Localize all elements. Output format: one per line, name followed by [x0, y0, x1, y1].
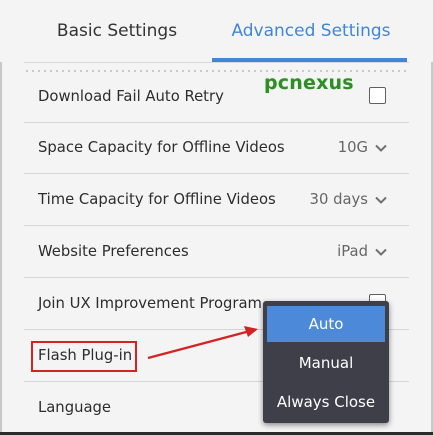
dropdown-option-manual[interactable]: Manual: [267, 345, 385, 381]
setting-label: Join UX Improvement Program: [38, 295, 262, 312]
setting-label: Website Preferences: [38, 243, 189, 260]
watermark-text: pcnexus: [264, 72, 354, 94]
chevron-down-icon[interactable]: [374, 193, 388, 207]
tab-basic-settings[interactable]: Basic Settings: [38, 14, 196, 48]
tabs-divider: [24, 62, 409, 63]
setting-row-time-capacity[interactable]: Time Capacity for Offline Videos 30 days: [0, 174, 433, 226]
space-capacity-value[interactable]: 10G: [338, 122, 368, 174]
tab-advanced-settings[interactable]: Advanced Settings: [226, 14, 396, 48]
chevron-down-icon[interactable]: [374, 141, 388, 155]
flash-plugin-dropdown[interactable]: Auto Manual Always Close: [263, 301, 389, 423]
settings-tabs: Basic Settings Advanced Settings: [0, 0, 433, 62]
setting-label: Download Fail Auto Retry: [38, 88, 224, 105]
website-preferences-value[interactable]: iPad: [337, 226, 368, 278]
setting-row-website-preferences[interactable]: Website Preferences iPad: [0, 226, 433, 278]
time-capacity-value[interactable]: 30 days: [310, 174, 368, 226]
setting-row-download-fail-auto-retry[interactable]: Download Fail Auto Retry: [0, 71, 433, 123]
dropdown-option-auto[interactable]: Auto: [267, 306, 385, 342]
chevron-down-icon[interactable]: [374, 245, 388, 259]
setting-label: Language: [38, 399, 112, 416]
setting-row-space-capacity[interactable]: Space Capacity for Offline Videos 10G: [0, 122, 433, 174]
dropdown-option-always-close[interactable]: Always Close: [267, 384, 385, 420]
auto-retry-checkbox[interactable]: [369, 87, 386, 104]
setting-label: Time Capacity for Offline Videos: [38, 191, 276, 208]
setting-label: Space Capacity for Offline Videos: [38, 139, 285, 156]
annotation-highlight-box: [31, 341, 137, 372]
settings-panel: Basic Settings Advanced Settings Downloa…: [0, 0, 433, 435]
